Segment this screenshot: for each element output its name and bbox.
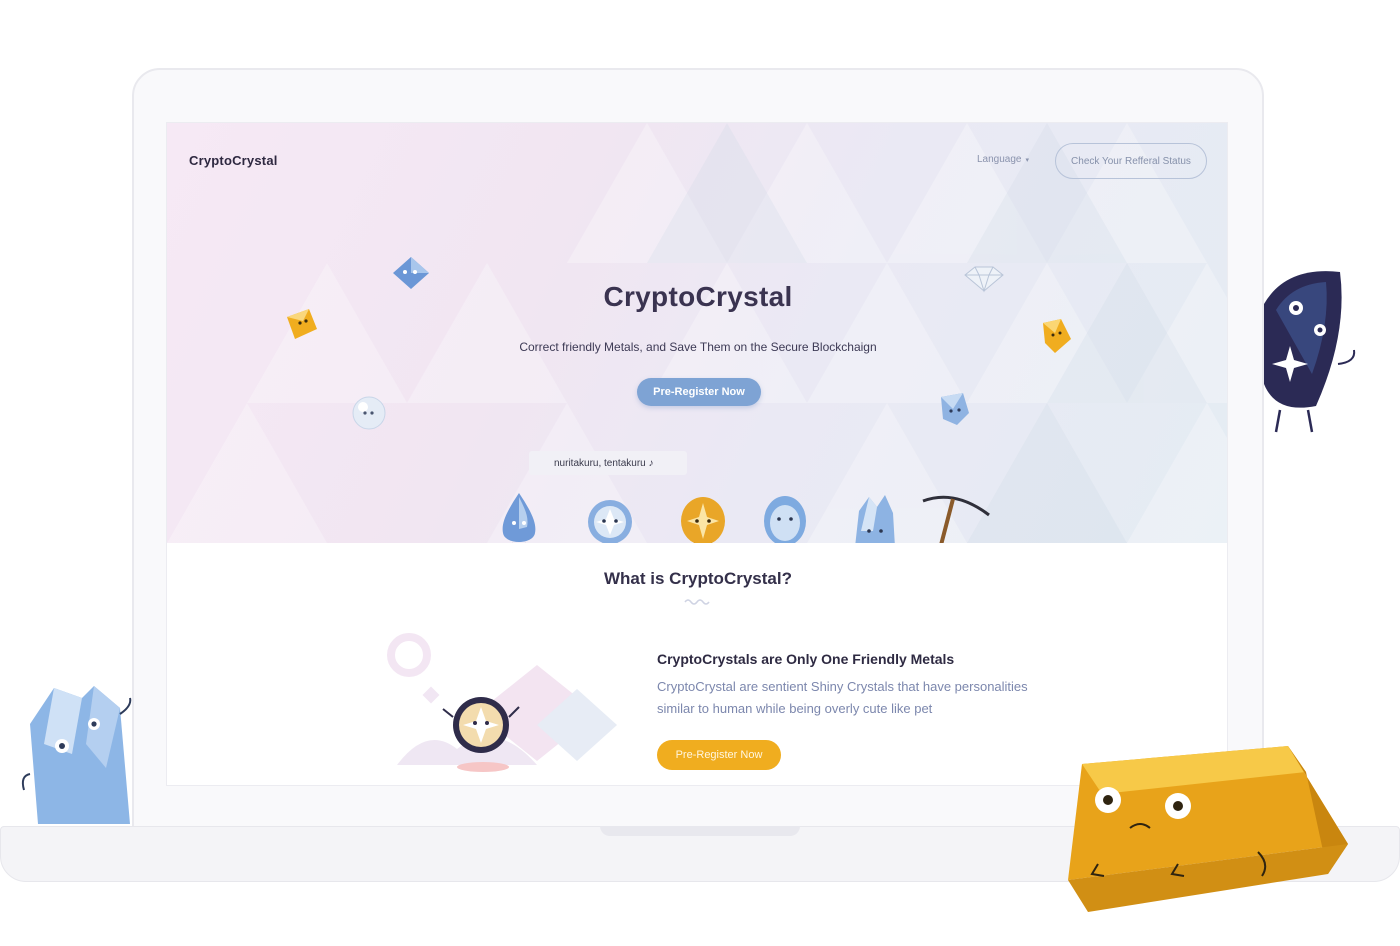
diamond-icon: [964, 266, 1004, 293]
blue-crystal-icon: [393, 257, 429, 289]
amber-egg-character: [681, 497, 725, 543]
brand-logo[interactable]: CryptoCrystal: [189, 153, 278, 168]
feature-preregister-button[interactable]: Pre-Register Now: [657, 740, 781, 770]
check-referral-button[interactable]: Check Your Refferal Status: [1055, 143, 1207, 179]
hero-title: CryptoCrystal: [603, 281, 793, 312]
ice-crystal-icon: [941, 393, 969, 425]
gold-nugget-icon: [1043, 319, 1071, 353]
hero-section: CryptoCrystal Language ▾ Check Your Reff…: [167, 123, 1227, 543]
gold-crystal-icon: [287, 309, 317, 339]
feature-title: CryptoCrystals are Only One Friendly Met…: [657, 651, 955, 667]
gold-bar-character: [1068, 746, 1348, 912]
about-section-title: What is CryptoCrystal?: [604, 569, 792, 588]
ice-shard-character: [855, 495, 895, 543]
feature-illustration: [387, 633, 617, 772]
squiggle-divider: [684, 599, 710, 605]
pickaxe-icon: [922, 495, 990, 543]
ice-crystal-character: [21, 686, 132, 824]
clear-crystal-icon: [352, 396, 386, 430]
dark-leaf-crystal-character: [1264, 271, 1356, 433]
laptop-notch: [600, 826, 800, 836]
speech-bubble: nuritakuru, tentakuru ♪: [529, 451, 687, 475]
orb-crystal-character: [588, 500, 632, 543]
language-selector[interactable]: Language ▾: [977, 154, 1029, 165]
blue-egg-character: [764, 496, 806, 543]
caret-down-icon: ▾: [1025, 156, 1030, 164]
website-screen: CryptoCrystal Language ▾ Check Your Reff…: [166, 122, 1228, 786]
feature-description: CryptoCrystal are sentient Shiny Crystal…: [657, 679, 1028, 716]
language-label: Language: [977, 154, 1022, 165]
hero-preregister-button[interactable]: Pre-Register Now: [637, 378, 761, 406]
water-drop-crystal-character: [502, 493, 536, 543]
